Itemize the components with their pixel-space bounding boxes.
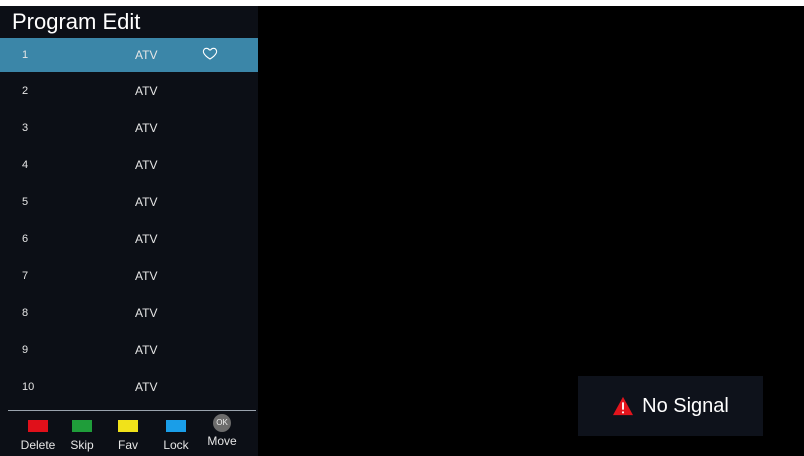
warning-icon: [612, 396, 634, 416]
channel-number: 5: [22, 195, 29, 208]
delete-label: Delete: [20, 438, 56, 452]
legend-divider: [8, 410, 256, 411]
channel-number: 4: [22, 158, 29, 171]
heart-icon: [202, 45, 218, 61]
fav-label: Fav: [117, 438, 138, 452]
move-label: Move: [207, 434, 237, 448]
channel-number: 10: [22, 380, 35, 393]
channel-list: 1 ATV 2 ATV 3 ATV 4 ATV 5 ATV 6 ATV 7 AT…: [0, 38, 258, 405]
program-edit-panel: Program Edit 1 ATV 2 ATV 3 ATV 4 ATV 5 A…: [0, 6, 258, 456]
skip-key[interactable]: Skip: [60, 418, 104, 452]
channel-number: 3: [22, 121, 29, 134]
skip-label: Skip: [70, 438, 94, 452]
channel-row[interactable]: 4 ATV: [0, 146, 258, 183]
green-key-icon: [72, 420, 92, 432]
channel-type: ATV: [135, 379, 158, 394]
channel-number: 1: [22, 49, 29, 61]
channel-row[interactable]: 9 ATV: [0, 331, 258, 368]
channel-number: 2: [22, 84, 29, 97]
channel-type: ATV: [135, 342, 158, 357]
red-key-icon: [28, 420, 48, 432]
move-key[interactable]: OK Move: [200, 414, 244, 448]
channel-type: ATV: [135, 194, 158, 209]
panel-title: Program Edit: [12, 9, 141, 34]
lock-key[interactable]: Lock: [154, 418, 198, 452]
lock-label: Lock: [163, 438, 189, 452]
channel-type: ATV: [135, 157, 158, 172]
no-signal-text: No Signal: [642, 394, 729, 417]
channel-type: ATV: [135, 120, 158, 135]
channel-row[interactable]: 1 ATV: [0, 38, 258, 72]
channel-number: 9: [22, 343, 29, 356]
channel-row[interactable]: 5 ATV: [0, 183, 258, 220]
channel-number: 6: [22, 232, 29, 245]
channel-type: ATV: [135, 48, 158, 62]
yellow-key-icon: [118, 420, 138, 432]
channel-type: ATV: [135, 231, 158, 246]
channel-row[interactable]: 6 ATV: [0, 220, 258, 257]
no-signal-banner: No Signal: [578, 376, 763, 436]
fav-key[interactable]: Fav: [106, 418, 150, 452]
channel-type: ATV: [135, 305, 158, 320]
channel-type: ATV: [135, 83, 158, 98]
channel-row[interactable]: 3 ATV: [0, 109, 258, 146]
ok-button-icon: OK: [213, 414, 231, 432]
delete-key[interactable]: Delete: [16, 418, 60, 452]
channel-number: 8: [22, 306, 29, 319]
channel-row[interactable]: 10 ATV: [0, 368, 258, 405]
blue-key-icon: [166, 420, 186, 432]
color-key-legend: Delete Skip Fav Lock OK Move: [0, 414, 258, 456]
channel-type: ATV: [135, 268, 158, 283]
channel-number: 7: [22, 269, 29, 282]
channel-row[interactable]: 8 ATV: [0, 294, 258, 331]
channel-row[interactable]: 7 ATV: [0, 257, 258, 294]
channel-row[interactable]: 2 ATV: [0, 72, 258, 109]
